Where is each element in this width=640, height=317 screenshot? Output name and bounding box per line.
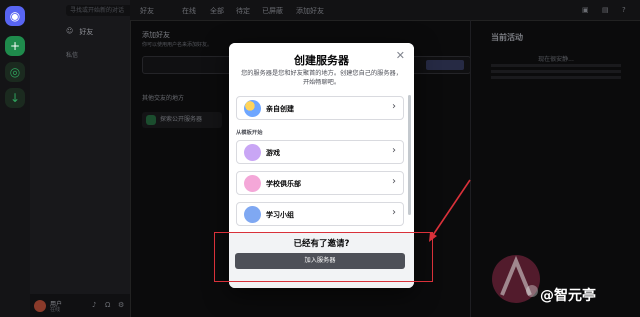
watermark-text: @智元亭 — [540, 288, 596, 304]
